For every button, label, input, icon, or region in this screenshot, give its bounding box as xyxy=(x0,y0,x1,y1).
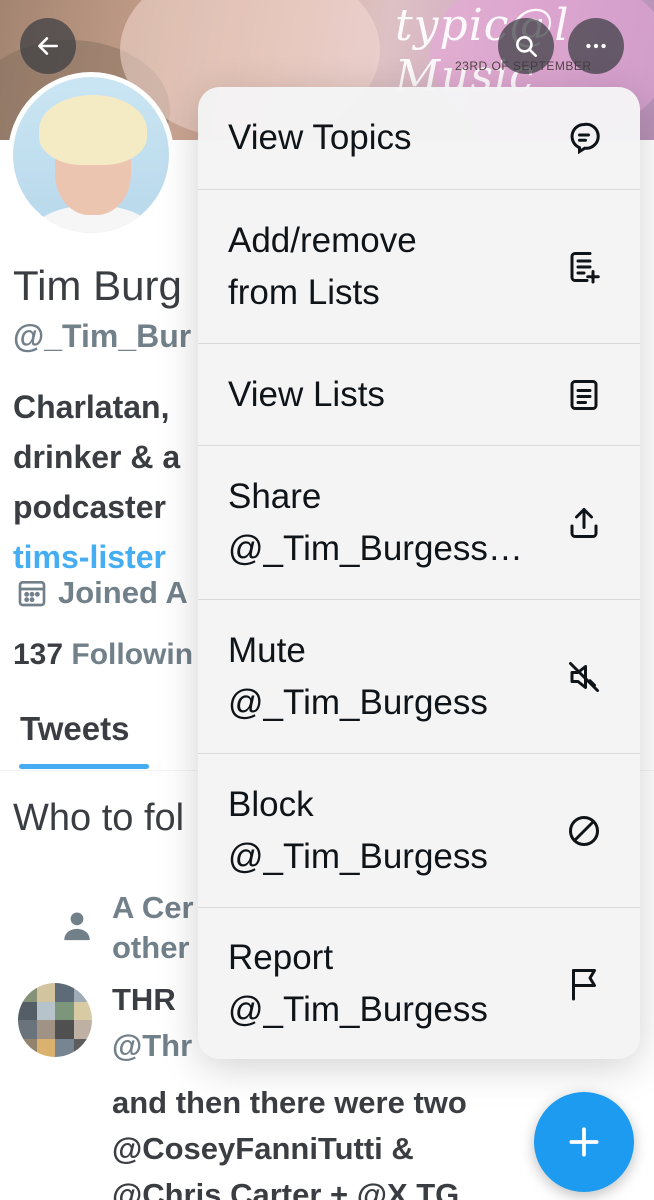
menu-item-label: Share @_Tim_Burgess… xyxy=(228,476,523,568)
menu-item-share[interactable]: Share @_Tim_Burgess… xyxy=(198,445,640,599)
menu-item-label: View Lists xyxy=(228,374,385,414)
menu-item-block[interactable]: Block @_Tim_Burgess xyxy=(198,753,640,907)
list-add-icon xyxy=(564,247,604,287)
mute-icon xyxy=(564,657,604,697)
menu-item-label: Report @_Tim_Burgess xyxy=(228,937,488,1029)
menu-item-label: Block @_Tim_Burgess xyxy=(228,784,488,876)
menu-item-label: Add/remove from Lists xyxy=(228,220,417,312)
menu-item-label: Mute @_Tim_Burgess xyxy=(228,630,488,722)
block-icon xyxy=(564,811,604,851)
topics-icon xyxy=(564,118,604,158)
flag-icon xyxy=(564,964,604,1004)
menu-item-view-lists[interactable]: View Lists xyxy=(198,343,640,445)
menu-item-mute[interactable]: Mute @_Tim_Burgess xyxy=(198,599,640,753)
menu-item-label: View Topics xyxy=(228,118,412,157)
menu-item-report[interactable]: Report @_Tim_Burgess xyxy=(198,907,640,1059)
menu-item-view-topics[interactable]: View Topics xyxy=(198,87,640,189)
share-icon xyxy=(564,503,604,543)
overflow-menu: View Topics Add/remove from Lists View L… xyxy=(198,87,640,1059)
compose-tweet-button[interactable] xyxy=(534,1092,634,1192)
list-icon xyxy=(564,375,604,415)
plus-icon xyxy=(569,1127,599,1157)
menu-item-add-remove-lists[interactable]: Add/remove from Lists xyxy=(198,189,640,343)
